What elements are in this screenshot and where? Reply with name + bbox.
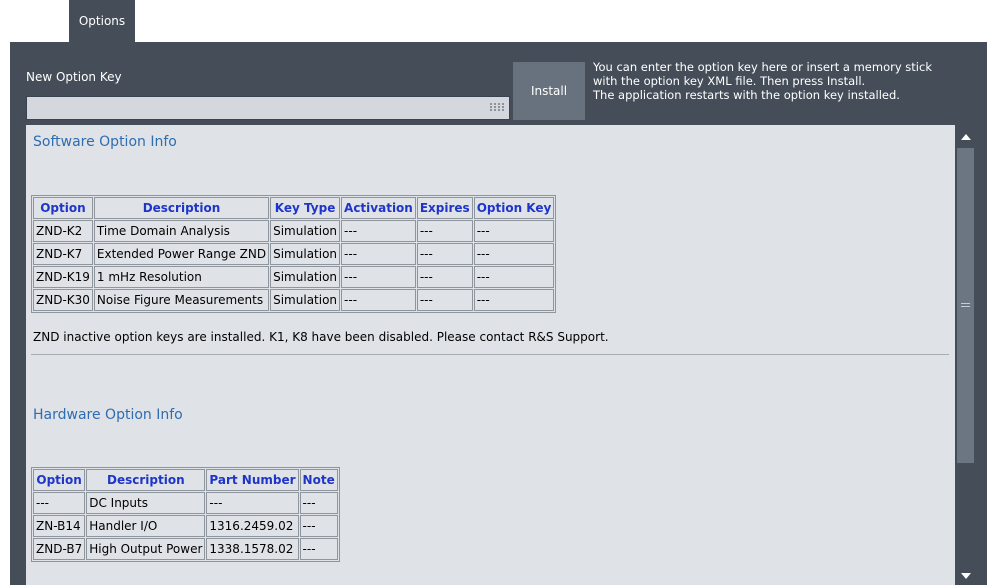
scroll-grip-icon [961, 306, 970, 307]
scroll-grip-icon [961, 303, 970, 304]
section-divider [31, 354, 949, 355]
table-row: ZND-B7 High Output Power 1338.1578.02 --… [33, 538, 338, 560]
scroll-up-arrow-icon[interactable] [955, 128, 976, 146]
table-cell: --- [299, 515, 338, 537]
hardware-option-table: Option Description Part Number Note --- … [31, 467, 340, 562]
column-header: Note [299, 469, 338, 491]
table-row: --- DC Inputs --- --- [33, 492, 338, 514]
column-header: Activation [341, 197, 416, 219]
table-cell: --- [416, 220, 473, 242]
table-row: ZN-B14 Handler I/O 1316.2459.02 --- [33, 515, 338, 537]
column-header: Option [33, 197, 93, 219]
column-header: Part Number [206, 469, 299, 491]
tab-options[interactable]: Options [69, 0, 135, 42]
scroll-thumb[interactable] [957, 148, 974, 463]
column-header: Expires [416, 197, 473, 219]
table-cell: ZN-B14 [33, 515, 86, 537]
table-cell: --- [341, 220, 416, 242]
software-option-table: Option Description Key Type Activation E… [31, 195, 557, 313]
table-cell: ZND-K30 [33, 289, 93, 311]
help-line: with the option key XML file. Then press… [593, 74, 866, 88]
table-cell: --- [473, 243, 555, 265]
column-header: Option [33, 469, 86, 491]
table-cell: --- [341, 243, 416, 265]
table-cell: --- [299, 492, 338, 514]
table-cell: --- [33, 492, 86, 514]
column-header: Option Key [473, 197, 555, 219]
column-header: Description [86, 469, 206, 491]
option-status-message: ZND inactive option keys are installed. … [33, 330, 609, 344]
table-cell: ZND-B7 [33, 538, 86, 560]
table-cell: Simulation [270, 289, 341, 311]
table-cell: Handler I/O [86, 515, 206, 537]
table-cell: ZND-K7 [33, 243, 93, 265]
option-info-view[interactable]: Software Option Info Option Description … [26, 125, 955, 585]
table-cell: --- [341, 266, 416, 288]
table-cell: --- [473, 220, 555, 242]
keyboard-icon[interactable] [490, 103, 504, 114]
table-cell: --- [341, 289, 416, 311]
table-header-row: Option Description Part Number Note [33, 469, 338, 491]
table-cell: --- [206, 492, 299, 514]
table-cell: Simulation [270, 220, 341, 242]
table-row: ZND-K2 Time Domain Analysis Simulation -… [33, 220, 555, 242]
scroll-down-arrow-icon[interactable] [955, 567, 976, 585]
table-row: ZND-K19 1 mHz Resolution Simulation --- … [33, 266, 555, 288]
options-panel: New Option Key Install You can enter the… [10, 42, 987, 585]
table-cell: ZND-K19 [33, 266, 93, 288]
table-cell: --- [416, 289, 473, 311]
software-option-info-title: Software Option Info [33, 134, 177, 150]
table-cell: DC Inputs [86, 492, 206, 514]
table-cell: Extended Power Range ZND [93, 243, 270, 265]
column-header: Key Type [270, 197, 341, 219]
table-cell: High Output Power [86, 538, 206, 560]
vertical-scrollbar[interactable] [955, 125, 976, 585]
table-cell: Simulation [270, 243, 341, 265]
help-line: You can enter the option key here or ins… [593, 60, 932, 74]
option-key-input[interactable] [26, 96, 510, 120]
table-row: ZND-K30 Noise Figure Measurements Simula… [33, 289, 555, 311]
table-cell: ZND-K2 [33, 220, 93, 242]
table-cell: --- [416, 243, 473, 265]
install-button[interactable]: Install [513, 62, 585, 120]
table-cell: --- [473, 266, 555, 288]
table-header-row: Option Description Key Type Activation E… [33, 197, 555, 219]
new-option-key-label: New Option Key [26, 70, 122, 84]
table-cell: --- [416, 266, 473, 288]
table-cell: --- [299, 538, 338, 560]
table-cell: Simulation [270, 266, 341, 288]
table-cell: 1 mHz Resolution [93, 266, 270, 288]
column-header: Description [93, 197, 270, 219]
hardware-option-info-title: Hardware Option Info [33, 407, 183, 423]
install-help-text: You can enter the option key here or ins… [593, 60, 985, 102]
table-cell: 1338.1578.02 [206, 538, 299, 560]
tab-options-label: Options [78, 14, 126, 28]
table-cell: Noise Figure Measurements [93, 289, 270, 311]
table-cell: 1316.2459.02 [206, 515, 299, 537]
table-cell: Time Domain Analysis [93, 220, 270, 242]
help-line: The application restarts with the option… [593, 88, 900, 102]
table-cell: --- [473, 289, 555, 311]
table-row: ZND-K7 Extended Power Range ZND Simulati… [33, 243, 555, 265]
